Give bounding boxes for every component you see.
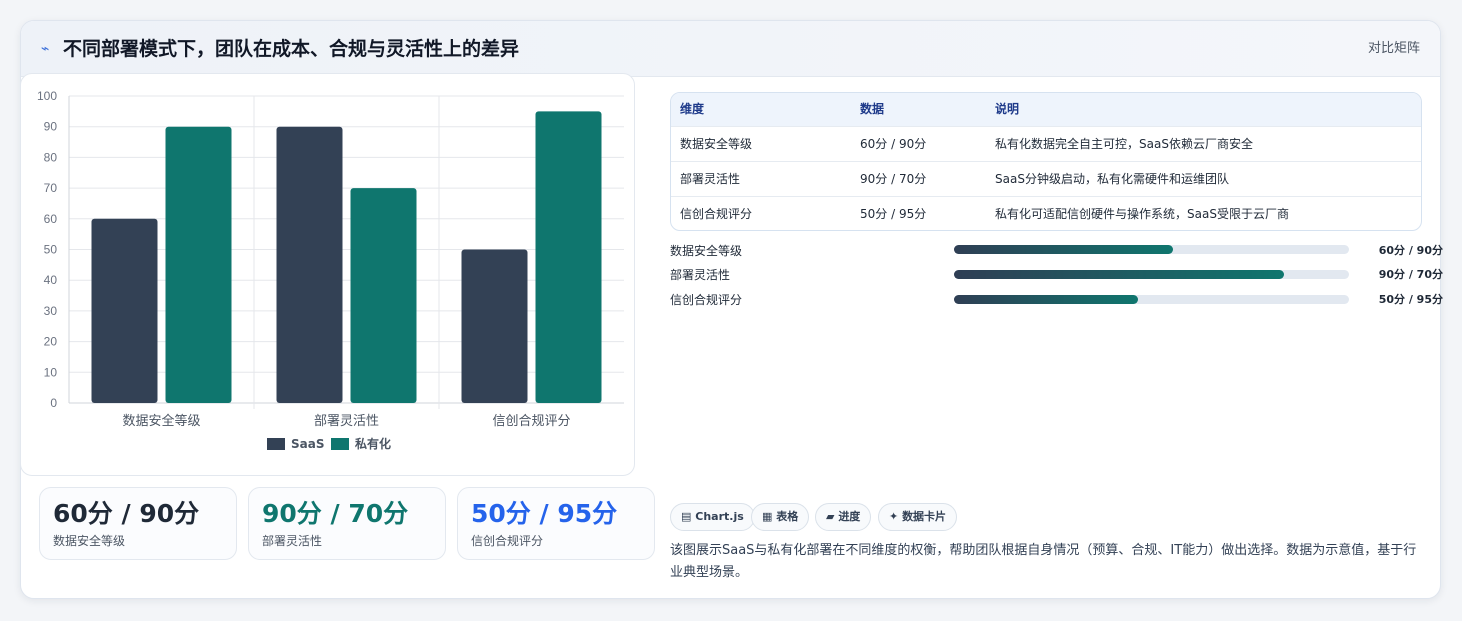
x-tick-label: 部署灵活性 <box>314 414 379 429</box>
stat-value: 50分 / 95分 <box>471 499 618 528</box>
chart-description: 该图展示SaaS与私有化部署在不同维度的权衡，帮助团队根据自身情况（预算、合规、… <box>670 543 1417 580</box>
stat-label: 数据安全等级 <box>53 534 126 548</box>
progress-track <box>954 270 1349 279</box>
table-cell: 信创合规评分 <box>680 207 753 221</box>
chip-progress[interactable]: ▰ 进度 <box>815 503 872 531</box>
card-header: ⌁ 不同部署模式下，团队在成本、合规与灵活性上的差异 对比矩阵 <box>21 21 1440 77</box>
y-tick-label: 40 <box>44 273 58 287</box>
chip-label: Chart.js <box>695 510 744 523</box>
y-tick-label: 80 <box>44 150 58 164</box>
lightning-icon: ⌁ <box>41 41 50 57</box>
table-cell: 私有化可适配信创硬件与操作系统，SaaS受限于云厂商 <box>995 207 1289 221</box>
table-cell: 私有化数据完全自主可控，SaaS依赖云厂商安全 <box>995 137 1253 151</box>
table-row: 信创合规评分 50分 / 95分 私有化可适配信创硬件与操作系统，SaaS受限于… <box>671 196 1421 230</box>
table-row: 部署灵活性 90分 / 70分 SaaS分钟级启动，私有化需硬件和运维团队 <box>671 161 1421 196</box>
legend-label: SaaS <box>291 437 324 451</box>
table-cell: 90分 / 70分 <box>860 172 927 186</box>
stat-card-security: 60分 / 90分 数据安全等级 <box>39 487 237 560</box>
progress-label: 信创合规评分 <box>670 293 743 307</box>
x-tick-label: 信创合规评分 <box>492 414 570 429</box>
progress-fill <box>954 245 1174 254</box>
data-table: 维度 数据 说明 数据安全等级 60分 / 90分 私有化数据完全自主可控，Sa… <box>670 92 1422 231</box>
bar-private <box>535 111 602 403</box>
chip-chartjs[interactable]: ▤ Chart.js <box>670 503 755 531</box>
bar-saas <box>91 218 158 403</box>
chip-data-cards[interactable]: ✦ 数据卡片 <box>878 503 958 531</box>
table-cell: SaaS分钟级启动，私有化需硬件和运维团队 <box>995 172 1229 186</box>
table-row: 数据安全等级 60分 / 90分 私有化数据完全自主可控，SaaS依赖云厂商安全 <box>671 126 1421 161</box>
table-header-cell: 数据 <box>860 102 885 116</box>
chip-label: 数据卡片 <box>902 510 947 523</box>
bar-saas <box>276 126 343 403</box>
y-tick-label: 30 <box>44 304 58 318</box>
table-header-cell: 维度 <box>680 102 705 116</box>
table-cell: 60分 / 90分 <box>860 137 927 151</box>
stat-label: 信创合规评分 <box>471 534 544 548</box>
legend-swatch <box>267 438 285 450</box>
y-tick-label: 60 <box>44 212 58 226</box>
table-icon: ▦ <box>762 510 773 523</box>
table-header-row: 维度 数据 说明 <box>671 93 1421 126</box>
y-tick-label: 50 <box>44 243 58 257</box>
stat-card-compliance: 50分 / 95分 信创合规评分 <box>457 487 655 560</box>
table-cell: 数据安全等级 <box>680 137 753 151</box>
progress-value: 90分 / 70分 <box>1378 268 1443 281</box>
stat-value: 90分 / 70分 <box>262 499 409 528</box>
progress-fill <box>954 270 1284 279</box>
matrix-label[interactable]: 对比矩阵 <box>1368 40 1420 58</box>
y-tick-label: 10 <box>44 365 58 379</box>
progress-fill <box>954 295 1138 304</box>
progress-track <box>954 295 1349 304</box>
table-header-cell: 说明 <box>995 102 1020 116</box>
y-tick-label: 20 <box>44 335 58 349</box>
chip-label: 表格 <box>776 510 799 523</box>
bar-private <box>350 188 417 403</box>
bar-saas <box>461 249 528 403</box>
stat-label: 部署灵活性 <box>262 534 323 548</box>
bar-private <box>165 126 232 403</box>
x-tick-label: 数据安全等级 <box>122 413 200 429</box>
y-tick-label: 90 <box>44 120 58 134</box>
table-cell: 50分 / 95分 <box>860 207 927 221</box>
progress-icon: ▰ <box>826 510 835 523</box>
sparkle-icon: ✦ <box>889 510 899 523</box>
progress-value: 60分 / 90分 <box>1378 244 1443 257</box>
table-cell: 部署灵活性 <box>680 172 741 186</box>
bar-chart-svg: 0 10 20 30 40 50 60 70 80 90 100 数据安全等级 部署灵活性 信创合规评分 S… <box>37 89 624 451</box>
stat-card-flexibility: 90分 / 70分 部署灵活性 <box>248 487 446 560</box>
legend-label: 私有化 <box>354 436 391 451</box>
y-tick-label: 100 <box>37 89 57 103</box>
chart-icon: ▤ <box>681 510 692 523</box>
y-tick-label: 0 <box>50 396 57 410</box>
bar-chart: 0 10 20 30 40 50 60 70 80 90 100 数据安全等级 部署灵活性 信创合规评分 S… <box>20 73 635 476</box>
chip-table[interactable]: ▦ 表格 <box>751 503 810 531</box>
progress-label: 部署灵活性 <box>670 268 731 282</box>
progress-value: 50分 / 95分 <box>1378 293 1443 306</box>
progress-label: 数据安全等级 <box>670 244 743 258</box>
y-tick-label: 70 <box>44 181 58 195</box>
stat-value: 60分 / 90分 <box>53 499 200 528</box>
legend-swatch <box>331 438 349 450</box>
progress-track <box>954 245 1349 254</box>
card-title: 不同部署模式下，团队在成本、合规与灵活性上的差异 <box>63 38 520 60</box>
chip-label: 进度 <box>838 510 861 523</box>
